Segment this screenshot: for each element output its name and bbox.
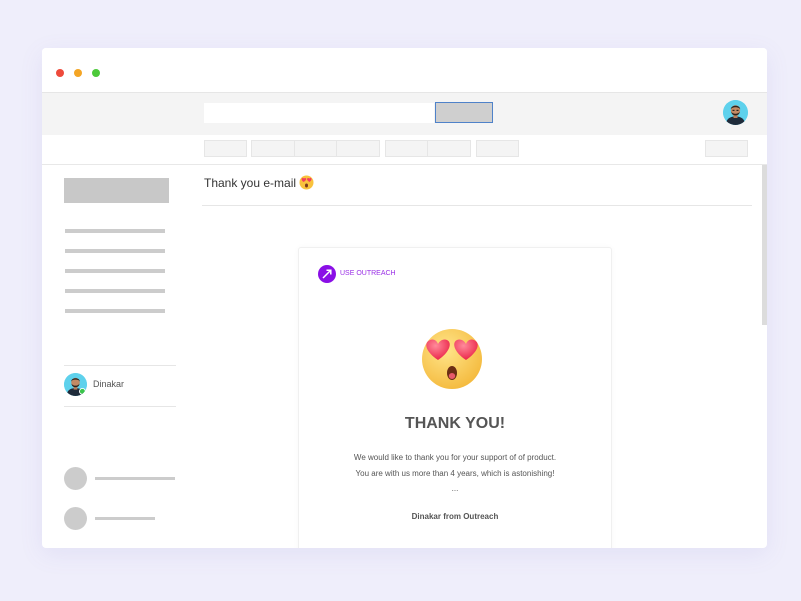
sidebar-item-3[interactable] [65, 269, 165, 273]
toolbar-button-3[interactable] [294, 140, 337, 157]
compose-button[interactable] [64, 178, 169, 203]
title-bar [42, 48, 767, 92]
browser-window: Dinakar Thank you e-mail USE OUTREACH TH… [42, 48, 767, 548]
email-card: USE OUTREACH THANK YOU! We would like to… [298, 247, 612, 548]
toolbar-button-7[interactable] [476, 140, 519, 157]
maximize-window-button[interactable] [92, 69, 100, 77]
sidebar-divider [64, 365, 176, 366]
scrollbar[interactable] [762, 165, 767, 325]
sidebar-item-1[interactable] [65, 229, 165, 233]
subject-divider [202, 205, 752, 206]
email-signature: Dinakar from Outreach [411, 512, 499, 521]
toolbar-button-4[interactable] [336, 140, 380, 157]
contact-placeholder-avatar[interactable] [64, 467, 87, 490]
contact-name: Dinakar [93, 379, 125, 389]
search-input[interactable] [204, 103, 434, 123]
toolbar-button-1[interactable] [204, 140, 247, 157]
close-window-button[interactable] [56, 69, 64, 77]
body-line: We would like to thank you for your supp… [353, 453, 557, 462]
sidebar-item-2[interactable] [65, 249, 165, 253]
toolbar-button-5[interactable] [385, 140, 428, 157]
toolbar-button-6[interactable] [427, 140, 471, 157]
thank-you-heading: THANK YOU! [404, 415, 506, 432]
search-button[interactable] [435, 102, 493, 123]
contact-placeholder-avatar[interactable] [64, 507, 87, 530]
top-bar [42, 92, 767, 136]
body-line: You are with us more than 4 years, which… [355, 469, 555, 478]
sidebar-item-5[interactable] [65, 309, 165, 313]
user-avatar-icon[interactable] [723, 100, 748, 125]
email-subject-text: Thank you e-mail [204, 176, 297, 190]
heart-eyes-face-emoji-icon [420, 326, 484, 395]
contact-avatar-icon [64, 373, 87, 396]
brand-name: USE OUTREACH [340, 270, 396, 277]
contact-placeholder-name[interactable] [95, 517, 155, 520]
email-view: Thank you e-mail USE OUTREACH THANK YOU!… [202, 165, 767, 548]
sidebar-item-4[interactable] [65, 289, 165, 293]
contact-placeholder-name[interactable] [95, 477, 175, 480]
message-toolbar [42, 135, 767, 165]
body-line-ellipsis: ... [451, 484, 459, 493]
minimize-window-button[interactable] [74, 69, 82, 77]
sidebar-divider [64, 406, 176, 407]
sidebar: Dinakar [42, 165, 192, 548]
email-subject: Thank you e-mail [204, 175, 314, 194]
arrow-up-right-icon [318, 265, 336, 283]
toolbar-button-2[interactable] [251, 140, 295, 157]
heart-eyes-emoji-icon [299, 175, 314, 194]
toolbar-button-8[interactable] [705, 140, 748, 157]
